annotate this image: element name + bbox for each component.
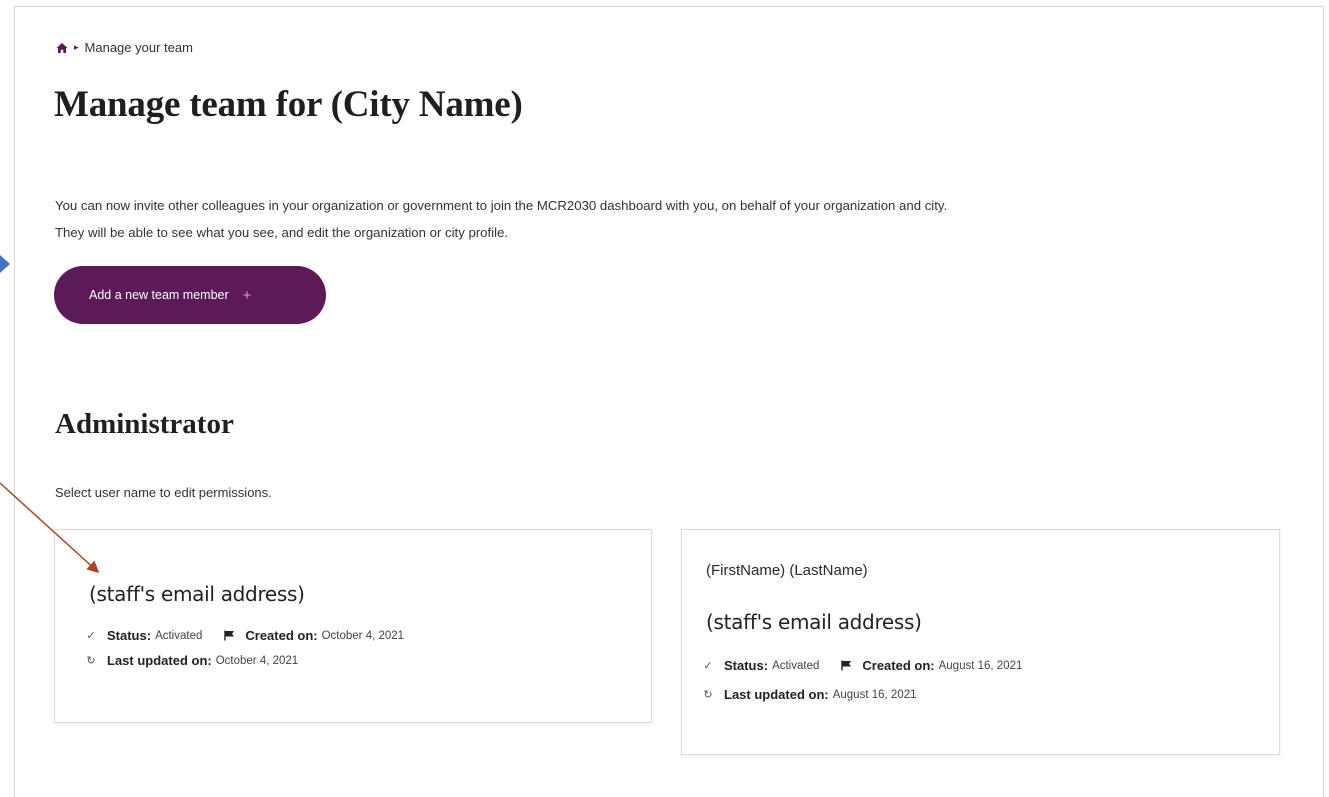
plus-icon: +	[242, 286, 252, 304]
intro-line-1: You can now invite other colleagues in y…	[55, 198, 948, 213]
team-member-card[interactable]: (staff's email address) ✓ Status: Activa…	[54, 529, 652, 723]
check-icon: ✓	[703, 659, 713, 672]
intro-line-2: They will be able to see what you see, a…	[55, 225, 509, 240]
member-status-row: ✓ Status: Activated Created on: October …	[85, 628, 404, 643]
refresh-icon: ↻	[86, 654, 96, 667]
created-value: August 16, 2021	[938, 659, 1023, 672]
page-title: Manage team for (City Name)	[54, 84, 523, 125]
team-member-card[interactable]: (FirstName) (LastName) (staff's email ad…	[681, 529, 1280, 755]
member-updated-row: ↻ Last updated on: October 4, 2021	[85, 653, 298, 668]
administrator-helper-text: Select user name to edit permissions.	[55, 485, 272, 500]
administrator-section-title: Administrator	[55, 408, 234, 440]
status-value: Activated	[772, 659, 820, 672]
breadcrumb: ▸ Manage your team	[56, 40, 193, 55]
updated-label: Last updated on:	[724, 687, 829, 702]
member-email[interactable]: (staff's email address)	[89, 582, 305, 606]
breadcrumb-current: Manage your team	[84, 40, 193, 55]
home-icon[interactable]	[56, 42, 68, 54]
intro-text: You can now invite other colleagues in y…	[55, 192, 1295, 246]
add-team-member-button[interactable]: Add a new team member +	[54, 266, 326, 324]
add-team-member-label: Add a new team member	[89, 288, 229, 302]
status-label: Status:	[724, 658, 769, 673]
created-label: Created on:	[862, 658, 935, 673]
member-updated-row: ↻ Last updated on: August 16, 2021	[702, 687, 916, 702]
check-icon: ✓	[86, 629, 96, 642]
breadcrumb-separator-icon: ▸	[74, 42, 79, 52]
created-value: October 4, 2021	[321, 629, 405, 642]
member-email[interactable]: (staff's email address)	[706, 610, 922, 634]
member-name[interactable]: (FirstName) (LastName)	[706, 562, 868, 579]
updated-value: August 16, 2021	[832, 688, 917, 701]
flag-icon	[841, 660, 852, 671]
flag-icon	[224, 630, 235, 641]
member-status-row: ✓ Status: Activated Created on: August 1…	[702, 658, 1022, 673]
annotation-arrow-blue-icon	[0, 255, 10, 273]
updated-value: October 4, 2021	[215, 654, 299, 667]
updated-label: Last updated on:	[107, 653, 212, 668]
refresh-icon: ↻	[703, 688, 713, 701]
status-value: Activated	[155, 629, 203, 642]
status-label: Status:	[107, 628, 152, 643]
created-label: Created on:	[245, 628, 318, 643]
